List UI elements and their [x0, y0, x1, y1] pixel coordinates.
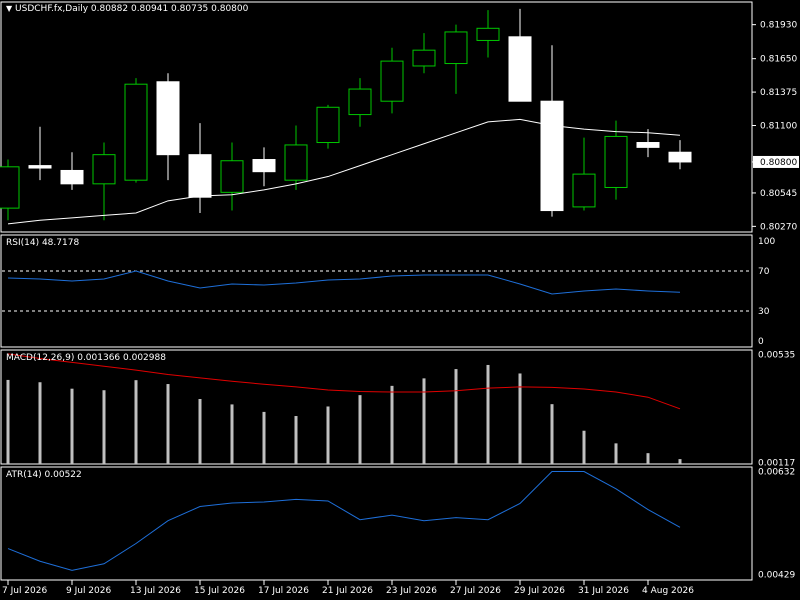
candle-body: [476, 27, 500, 41]
candle-body: [0, 166, 20, 209]
rsi-tick-label: 30: [758, 307, 770, 317]
time-scale: 7 Jul 2026 9 Jul 2026 13 Jul 2026 15 Jul 20…: [2, 580, 694, 596]
price-tick-label: 0.81375: [760, 88, 797, 98]
macd-histogram-bar: [678, 459, 682, 464]
candle-body: [380, 60, 404, 102]
candle-body: [60, 169, 84, 185]
time-tick-label: 21 Jul 2026: [322, 586, 373, 596]
macd-histogram-bar: [614, 443, 618, 464]
time-tick-label: 9 Jul 2026: [66, 586, 111, 596]
price-tick-label: 0.80270: [760, 222, 797, 232]
candle-body: [508, 36, 532, 102]
atr-line: [7, 471, 681, 571]
time-tick-label: 13 Jul 2026: [130, 586, 181, 596]
candle-body: [668, 151, 692, 163]
rsi-tick-label: 70: [758, 267, 770, 277]
macd-histogram-bar: [486, 364, 490, 464]
macd-histogram-bar: [390, 385, 394, 464]
macd-histogram-bar: [326, 406, 330, 464]
candle-body: [252, 159, 276, 173]
time-tick-label: 7 Jul 2026: [2, 586, 47, 596]
pane-frames: [0, 1, 753, 581]
atr-tick-label: 0.00429: [758, 570, 795, 580]
rsi-frame: [0, 234, 753, 348]
macd-histogram-bar: [550, 404, 554, 464]
macd-histogram-bar: [38, 382, 42, 464]
candle-body: [92, 154, 116, 185]
price-tick-label: 0.80545: [760, 189, 797, 199]
candle-body: [348, 88, 372, 116]
rsi-tick-label: 0: [758, 337, 764, 347]
macd-tick-label: 0.00535: [758, 351, 795, 361]
collapse-triangle-icon[interactable]: ▼: [6, 4, 12, 13]
time-tick-label: 27 Jul 2026: [450, 586, 501, 596]
macd-histogram-bar: [6, 379, 10, 464]
time-tick-label: 29 Jul 2026: [514, 586, 565, 596]
macd-histogram-bar: [262, 411, 266, 464]
macd-histogram-bar: [198, 399, 202, 464]
atr-pane-title: ATR(14) 0.00522: [6, 470, 82, 480]
price-tick-label: 0.81100: [760, 122, 797, 132]
candle-body: [572, 173, 596, 208]
macd-histogram-bar: [294, 416, 298, 464]
macd-histogram-bar: [454, 369, 458, 464]
price-frame: [0, 1, 753, 233]
candle-body: [284, 144, 308, 181]
price-tick-label: 0.81650: [760, 55, 797, 65]
time-tick-label: 31 Jul 2026: [578, 586, 629, 596]
candle-body: [316, 106, 340, 144]
macd-histogram-bar: [230, 404, 234, 464]
candle-body: [604, 135, 628, 188]
rsi-line: [7, 270, 681, 295]
macd-histogram-bar: [582, 430, 586, 464]
macd-histogram-bar: [134, 380, 138, 464]
macd-histogram-bar: [422, 378, 426, 464]
price-pane-title: ▼ USDCHF.fx,Daily 0.80882 0.80941 0.8073…: [6, 4, 248, 14]
candle-body: [156, 81, 180, 156]
time-tick-label: 4 Aug 2026: [642, 586, 694, 596]
last-price-label: 0.80800: [760, 158, 797, 168]
macd-histogram-bar: [102, 390, 106, 464]
candle-body: [28, 165, 52, 169]
macd-histogram-bar: [70, 388, 74, 464]
chart-canvas[interactable]: 0.81930 0.81650 0.81375 0.81100 0.80800 0.805…: [0, 0, 800, 600]
candle-body: [124, 83, 148, 181]
rsi-tick-label: 100: [758, 237, 775, 247]
macd-histogram-bar: [166, 384, 170, 464]
atr-tick-label: 0.00632: [758, 468, 795, 478]
macd-histogram-bar: [646, 453, 650, 464]
symbol-ohlc-label: USDCHF.fx,Daily 0.80882 0.80941 0.80735 …: [15, 4, 249, 14]
candle-body: [188, 154, 212, 198]
candle-body: [636, 142, 660, 148]
price-scale: 0.81930 0.81650 0.81375 0.81100 0.80800 0.805…: [752, 21, 799, 580]
time-tick-label: 23 Jul 2026: [386, 586, 437, 596]
candle-body: [412, 49, 436, 67]
rsi-pane[interactable]: [2, 270, 752, 312]
atr-pane[interactable]: [7, 471, 681, 571]
macd-pane[interactable]: [6, 353, 682, 464]
candle-body: [444, 31, 468, 65]
rsi-pane-title: RSI(14) 48.7178: [6, 238, 80, 248]
time-tick-label: 17 Jul 2026: [258, 586, 309, 596]
price-tick-label: 0.81930: [760, 21, 797, 31]
time-tick-label: 15 Jul 2026: [194, 586, 245, 596]
candle-body: [220, 160, 244, 193]
macd-pane-title: MACD(12,26,9) 0.001366 0.002988: [6, 353, 166, 363]
price-pane[interactable]: [0, 8, 692, 225]
macd-histogram-bar: [358, 395, 362, 464]
atr-frame: [0, 466, 753, 581]
candle-body: [540, 100, 564, 212]
